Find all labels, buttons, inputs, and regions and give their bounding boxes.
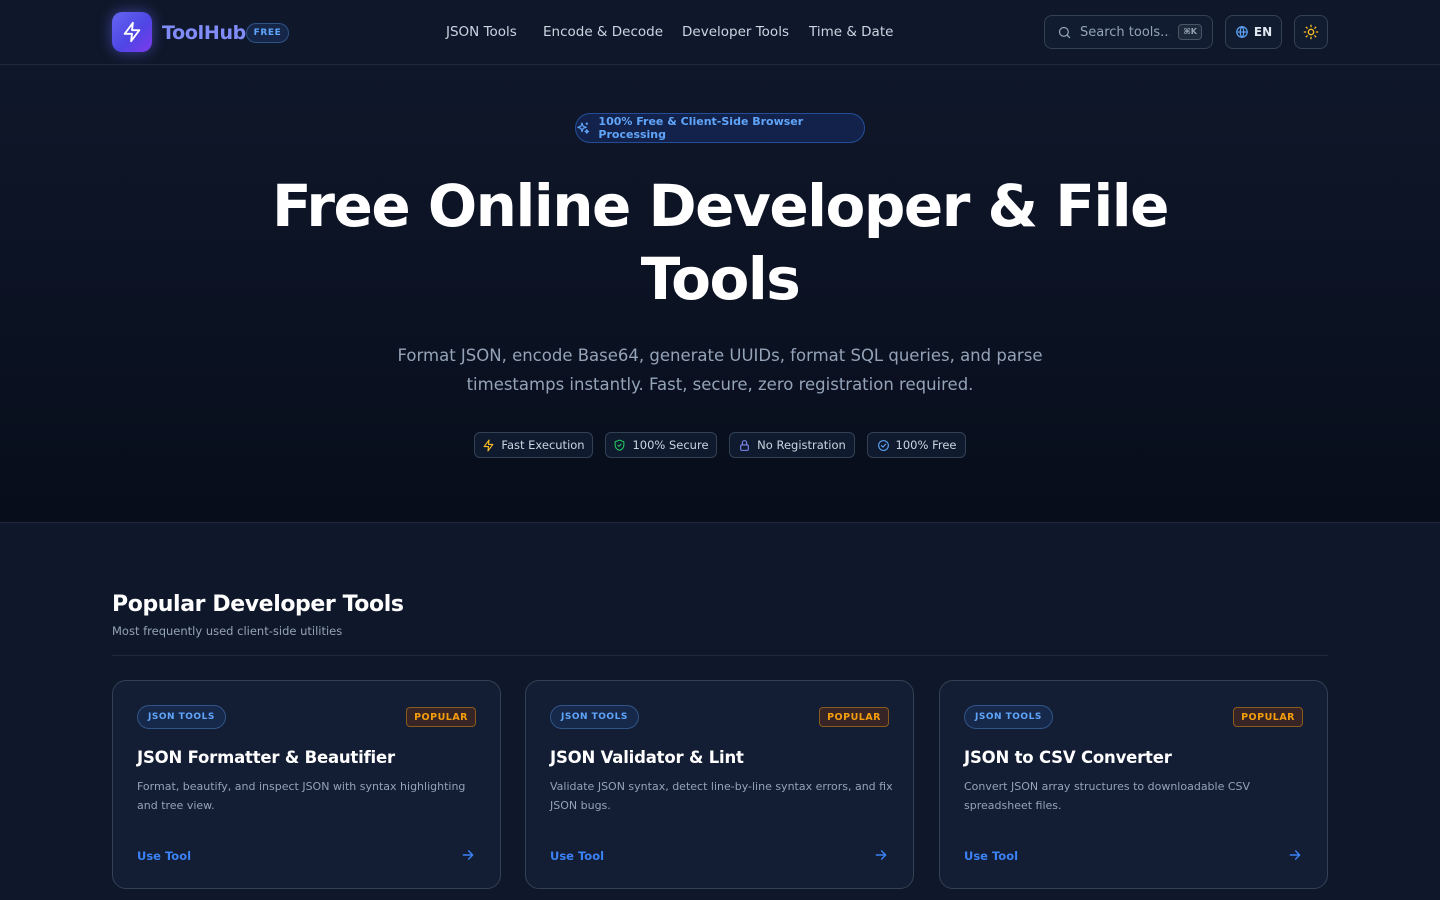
- card-title: JSON Validator & Lint: [550, 748, 744, 767]
- search-box[interactable]: Search tools... ⌘K: [1044, 15, 1213, 49]
- lock-icon: [740, 439, 750, 451]
- hero-subtitle: Format JSON, encode Base64, generate UUI…: [397, 346, 1043, 394]
- nav-time-date[interactable]: Time & Date: [809, 23, 893, 41]
- main-nav: JSON Tools Encode & Decode Developer Too…: [0, 23, 1440, 41]
- popular-badge: POPULAR: [819, 707, 889, 727]
- search-placeholder: Search tools...: [1080, 24, 1171, 40]
- feature-free: 100% Free: [867, 432, 966, 458]
- card-description: Format, beautify, and inspect JSON with …: [137, 780, 466, 812]
- hero-badge: 100% Free & Client-Side Browser Processi…: [575, 113, 865, 143]
- arrow-right-icon[interactable]: [1287, 847, 1303, 863]
- nav-encode-decode[interactable]: Encode & Decode: [543, 23, 663, 41]
- hero-section: 100% Free & Client-Side Browser Processi…: [0, 65, 1440, 523]
- category-badge: JSON TOOLS: [964, 705, 1053, 729]
- card-title: JSON Formatter & Beautifier: [137, 748, 395, 767]
- sparkles-icon: [577, 121, 590, 134]
- popular-badge: POPULAR: [406, 707, 476, 727]
- feature-secure: 100% Secure: [605, 432, 717, 458]
- hero-title: Free Online Developer & File Tools: [271, 172, 1170, 313]
- section-title: Popular Developer Tools: [112, 592, 404, 617]
- card-title: JSON to CSV Converter: [964, 748, 1172, 767]
- popular-badge: POPULAR: [1233, 707, 1303, 727]
- theme-toggle-button[interactable]: [1294, 15, 1328, 49]
- arrow-right-icon[interactable]: [460, 847, 476, 863]
- sun-icon: [1303, 24, 1319, 40]
- globe-icon: [1236, 25, 1248, 39]
- feature-no-registration: No Registration: [729, 432, 855, 458]
- tool-card-json-to-csv[interactable]: JSON TOOLS POPULAR JSON to CSV Converter…: [939, 680, 1328, 889]
- category-badge: JSON TOOLS: [137, 705, 226, 729]
- site-header: ToolHub FREE JSON Tools Encode & Decode …: [0, 0, 1440, 65]
- use-tool-link[interactable]: Use Tool: [550, 849, 604, 863]
- use-tool-link[interactable]: Use Tool: [964, 849, 1018, 863]
- feature-badges: Fast Execution 100% Secure No Registrati…: [0, 432, 1440, 458]
- use-tool-link[interactable]: Use Tool: [137, 849, 191, 863]
- tool-card-json-validator[interactable]: JSON TOOLS POPULAR JSON Validator & Lint…: [525, 680, 914, 889]
- section-subtitle: Most frequently used client-side utiliti…: [112, 624, 343, 638]
- nav-json-tools[interactable]: JSON Tools: [446, 23, 517, 41]
- tool-card-json-formatter[interactable]: JSON TOOLS POPULAR JSON Formatter & Beau…: [112, 680, 501, 889]
- feature-fast-execution: Fast Execution: [474, 432, 593, 458]
- feature-label: 100% Free: [895, 438, 957, 452]
- feature-label: Fast Execution: [501, 438, 585, 452]
- hero-badge-label: 100% Free & Client-Side Browser Processi…: [598, 115, 804, 141]
- card-description: Validate JSON syntax, detect line-by-lin…: [550, 780, 893, 812]
- feature-label: 100% Secure: [632, 438, 709, 452]
- feature-label: No Registration: [757, 438, 846, 452]
- language-label: EN: [1253, 25, 1273, 39]
- language-button[interactable]: EN: [1225, 15, 1282, 49]
- arrow-right-icon[interactable]: [873, 847, 889, 863]
- search-shortcut: ⌘K: [1178, 24, 1202, 40]
- search-icon: [1058, 26, 1071, 38]
- nav-developer-tools[interactable]: Developer Tools: [682, 23, 789, 41]
- category-badge: JSON TOOLS: [550, 705, 639, 729]
- section-divider: [112, 655, 1328, 656]
- card-description: Convert JSON array structures to downloa…: [964, 780, 1251, 812]
- shield-icon: [615, 439, 625, 451]
- bolt-icon: [484, 439, 494, 451]
- check-circle-icon: [877, 439, 889, 451]
